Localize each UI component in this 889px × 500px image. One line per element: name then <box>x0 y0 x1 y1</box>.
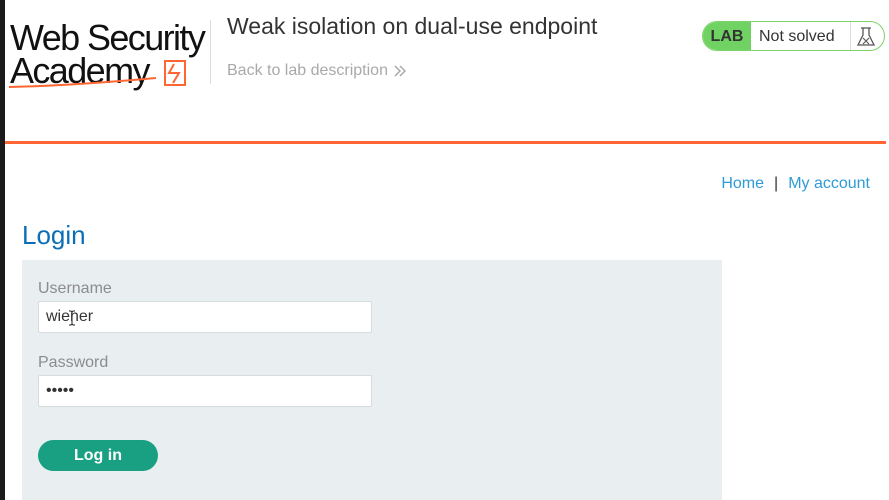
username-label: Username <box>38 280 112 297</box>
lab-status-badge: LAB Not solved <box>702 21 885 51</box>
header-accent-rule <box>5 141 886 144</box>
status-divider <box>850 22 851 50</box>
flask-icon <box>856 27 876 46</box>
lab-label: LAB <box>703 22 751 50</box>
header-divider <box>210 20 211 84</box>
double-chevron-right-icon <box>394 65 407 77</box>
text-cursor-icon <box>69 310 75 326</box>
login-form: Username Password Log in <box>22 260 722 500</box>
lab-title: Weak isolation on dual-use endpoint <box>227 13 598 39</box>
password-label: Password <box>38 354 109 371</box>
top-nav: Home | My account <box>721 175 870 193</box>
web-security-academy-logo[interactable]: Web Security Academy <box>8 18 208 92</box>
back-to-lab-description-link[interactable]: Back to lab description <box>227 62 407 80</box>
back-link-label: Back to lab description <box>227 62 388 79</box>
login-button[interactable]: Log in <box>38 440 158 471</box>
lab-status-text: Not solved <box>759 28 835 45</box>
my-account-link[interactable]: My account <box>788 175 870 192</box>
logo-lightning-mark <box>8 60 186 88</box>
password-input[interactable] <box>38 375 372 407</box>
nav-separator: | <box>774 175 779 192</box>
home-link[interactable]: Home <box>721 175 764 192</box>
username-input[interactable] <box>38 301 372 333</box>
page-title: Login <box>22 220 86 250</box>
window-edge <box>0 0 5 500</box>
